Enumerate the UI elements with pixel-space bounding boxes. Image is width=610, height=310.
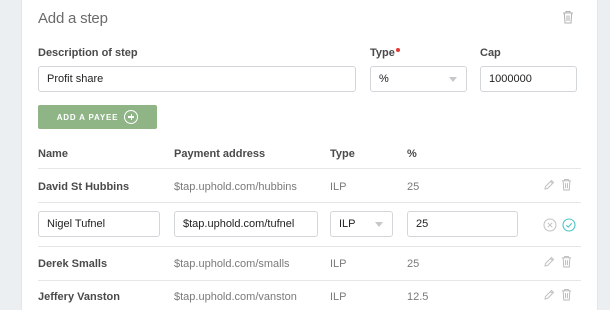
description-label: Description of step: [38, 47, 138, 59]
required-indicator: [395, 48, 400, 52]
header-name: Name: [38, 148, 68, 160]
chevron-down-icon: [449, 77, 457, 82]
edit-pencil-icon[interactable]: [543, 289, 555, 301]
chevron-down-icon: [375, 222, 383, 227]
divider: [38, 280, 581, 281]
header-percent: %: [407, 148, 417, 160]
payee-address: $tap.uphold.com/hubbins: [174, 181, 297, 193]
header-type: Type: [330, 148, 355, 160]
add-payee-button[interactable]: ADD A PAYEE: [38, 105, 157, 129]
divider: [38, 202, 581, 203]
edit-pencil-icon[interactable]: [543, 179, 555, 191]
payee-type: ILP: [330, 258, 347, 270]
plus-circle-icon: [124, 110, 139, 124]
edit-pencil-icon[interactable]: [543, 256, 555, 268]
cancel-circle-x-icon[interactable]: [543, 218, 557, 232]
payee-name-input[interactable]: Nigel Tufnel: [38, 211, 160, 237]
confirm-circle-check-icon[interactable]: [562, 218, 576, 232]
payee-type: ILP: [330, 291, 347, 303]
payee-address: $tap.uphold.com/smalls: [174, 258, 290, 270]
description-input[interactable]: Profit share: [38, 66, 356, 92]
payee-type-select[interactable]: ILP: [330, 211, 393, 237]
header-payment-address: Payment address: [174, 148, 266, 160]
delete-trash-icon[interactable]: [561, 178, 572, 191]
payee-name: Derek Smalls: [38, 258, 108, 270]
add-step-card: Add a step Description of step Type Cap …: [21, 0, 598, 310]
add-payee-label: ADD A PAYEE: [56, 112, 119, 122]
cap-label: Cap: [480, 47, 501, 59]
divider: [38, 246, 581, 247]
payee-type: ILP: [330, 181, 347, 193]
type-select[interactable]: %: [370, 66, 467, 92]
payee-percent-input[interactable]: 25: [407, 211, 518, 237]
payee-address: $tap.uphold.com/vanston: [174, 291, 297, 303]
cap-input[interactable]: 1000000: [480, 66, 577, 92]
payee-percent: 25: [407, 258, 420, 270]
payee-percent: 12.5: [407, 291, 429, 303]
delete-trash-icon[interactable]: [561, 255, 572, 268]
delete-step-trash-icon[interactable]: [562, 10, 574, 24]
divider: [38, 168, 581, 169]
payee-type-value: ILP: [339, 218, 356, 230]
delete-trash-icon[interactable]: [561, 288, 572, 301]
payee-name: David St Hubbins: [38, 181, 130, 193]
step-title: Add a step: [38, 10, 108, 27]
payee-address-input[interactable]: $tap.uphold.com/tufnel: [174, 211, 318, 237]
type-select-value: %: [379, 73, 389, 85]
type-label: Type: [370, 47, 400, 59]
payee-name: Jeffery Vanston: [38, 291, 120, 303]
payee-percent: 25: [407, 181, 420, 193]
